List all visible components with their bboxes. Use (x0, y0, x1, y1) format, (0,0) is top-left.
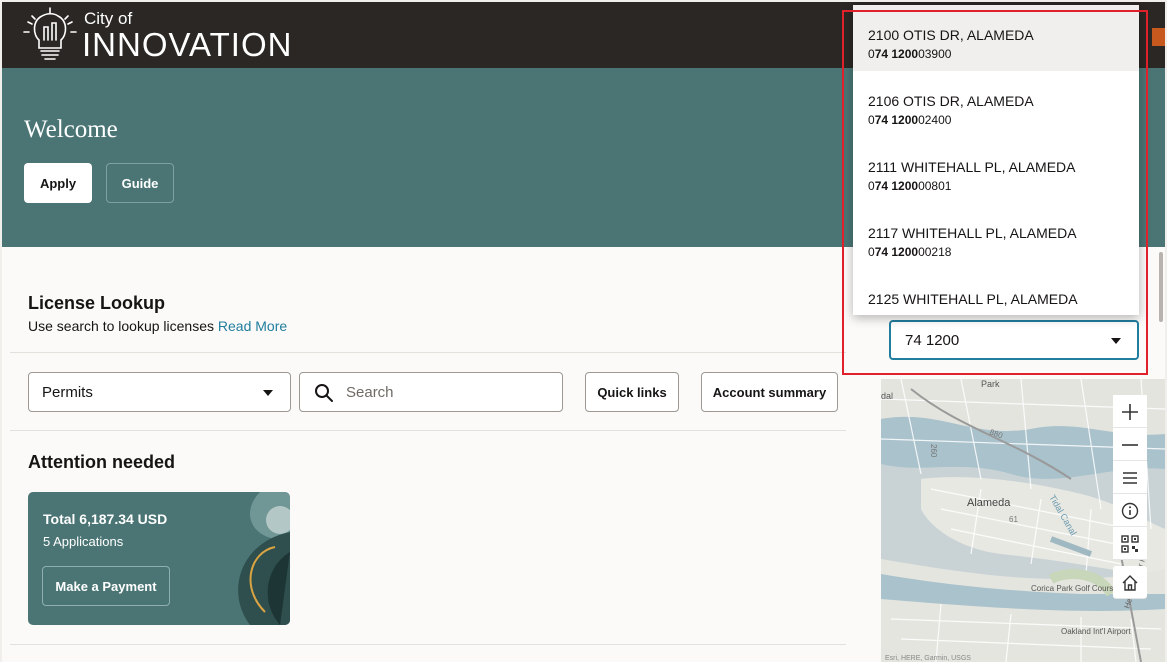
page-scrollbar[interactable] (1156, 10, 1165, 650)
brand-innovation: INNOVATION (82, 26, 293, 63)
account-summary-button[interactable]: Account summary (701, 372, 838, 412)
license-lookup-title: License Lookup (28, 293, 166, 313)
zoom-in-button[interactable] (1113, 395, 1147, 428)
zoom-out-icon (1122, 444, 1138, 446)
map-label-alameda: Alameda (967, 497, 1011, 509)
map-toolbar (1113, 395, 1147, 599)
category-select-value: Permits (42, 384, 93, 401)
search-input[interactable] (346, 374, 556, 410)
map-label-dal: dal (881, 391, 893, 401)
guide-button[interactable]: Guide (106, 163, 174, 203)
info-icon (1121, 502, 1139, 520)
layer-list-button[interactable] (1113, 461, 1147, 494)
make-payment-button[interactable]: Make a Payment (42, 566, 170, 606)
divider (10, 430, 846, 431)
payment-total: Total 6,187.34 USD (43, 511, 168, 527)
info-button[interactable] (1113, 494, 1147, 527)
welcome-title: Welcome (24, 116, 118, 143)
map-attribution: Esri, HERE, Garmin, USGS (885, 655, 971, 662)
qr-code-icon (1121, 535, 1139, 553)
home-button[interactable] (1113, 566, 1147, 599)
license-lookup-subtitle-text: Use search to lookup licenses (28, 318, 214, 334)
applications-count: 5 Applications (43, 534, 124, 549)
map-label-park: Park (981, 379, 1000, 389)
zoom-out-button[interactable] (1113, 428, 1147, 461)
highlight-box (842, 10, 1148, 375)
category-select[interactable]: Permits (28, 372, 291, 412)
zoom-in-icon (1122, 404, 1138, 420)
map-label-61: 61 (1009, 515, 1018, 524)
quick-links-button[interactable]: Quick links (585, 372, 679, 412)
map-label-airport: Oakland Int'l Airport (1061, 627, 1131, 636)
divider (10, 352, 846, 353)
map-label-golf: Corica Park Golf Course (1031, 584, 1118, 593)
qr-code-button[interactable] (1113, 527, 1147, 560)
search-icon (315, 384, 333, 402)
search-box[interactable] (299, 372, 563, 412)
page: City of INNOVATION Welcome Apply Guide L… (2, 2, 1165, 662)
license-lookup-subtitle: Use search to lookup licenses Read More (28, 318, 287, 334)
scrollbar-thumb[interactable] (1159, 252, 1163, 322)
home-icon (1122, 575, 1138, 591)
decorative-leaf-art (238, 492, 290, 625)
chevron-down-icon (263, 390, 273, 396)
payment-card: Total 6,187.34 USD 5 Applications Make a… (28, 492, 290, 625)
divider (10, 644, 846, 645)
attention-needed-title: Attention needed (28, 452, 175, 472)
map-label-260: 260 (929, 444, 938, 458)
lightbulb-logo-icon (23, 7, 77, 60)
apply-button[interactable]: Apply (24, 163, 92, 203)
read-more-link[interactable]: Read More (218, 318, 287, 334)
layers-list-icon (1123, 472, 1137, 484)
